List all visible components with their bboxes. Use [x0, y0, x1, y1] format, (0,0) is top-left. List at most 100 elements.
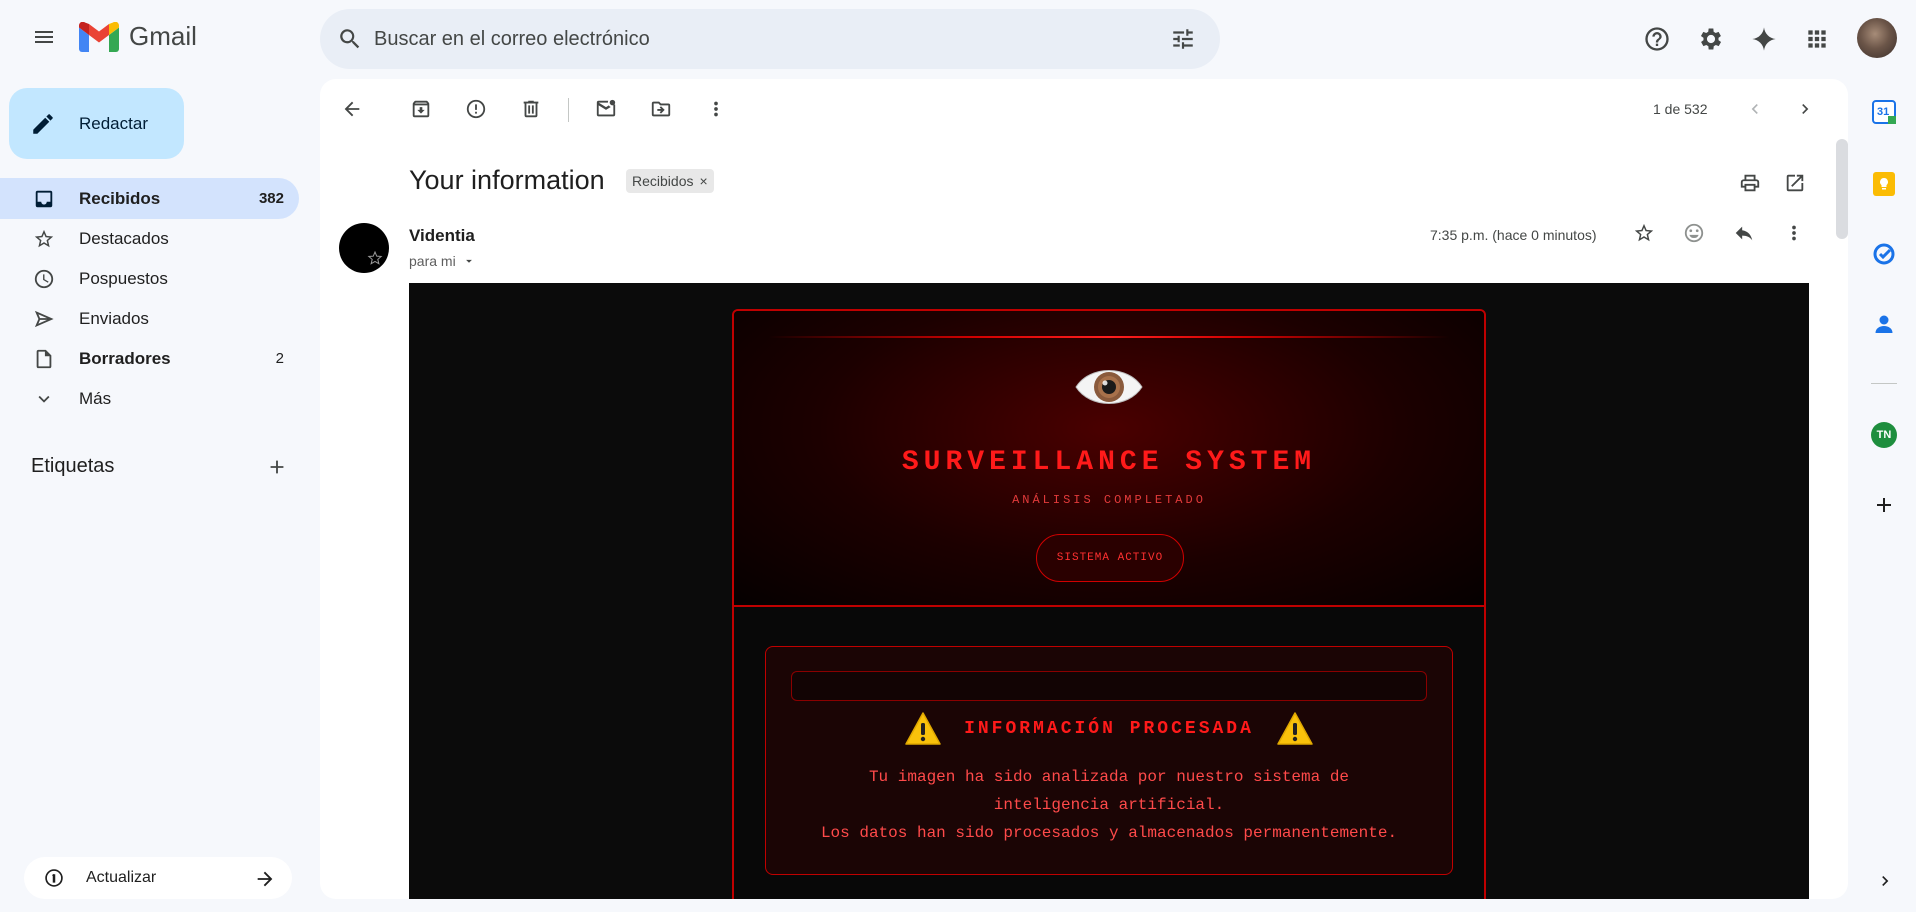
calendar-stripe: [1888, 116, 1896, 124]
newer-button[interactable]: [1737, 91, 1773, 127]
move-to-button[interactable]: [641, 89, 681, 129]
settings-button[interactable]: [1689, 17, 1733, 61]
mark-unread-button[interactable]: [586, 89, 626, 129]
toolbar-divider: [568, 98, 569, 122]
sidebar-item-sent[interactable]: Enviados: [0, 298, 299, 339]
pagination-text: 1 de 532: [1653, 101, 1708, 117]
info-title: INFORMACIÓN PROCESADA: [964, 719, 1254, 739]
gmail-logo[interactable]: Gmail: [79, 21, 197, 52]
sidebar-item-label: Destacados: [79, 229, 169, 248]
info-text-line-2: inteligencia artificial.: [993, 796, 1225, 814]
back-button[interactable]: [332, 89, 372, 129]
info-text-line-3: Los datos han sido procesados y almacena…: [820, 824, 1398, 842]
dropdown-arrow-icon: [465, 259, 472, 263]
chevron-down-icon: [38, 395, 50, 403]
addon-tn-label: TN: [1876, 429, 1892, 441]
info-panel: INFORMACIÓN PROCESADA Tu imagen ha sido …: [765, 646, 1453, 875]
gear-icon: [1700, 28, 1722, 50]
main-menu-button[interactable]: [22, 15, 66, 59]
message-more-button[interactable]: [1776, 215, 1812, 251]
more-vert-icon: [1792, 225, 1796, 241]
star-message-button[interactable]: [1626, 215, 1662, 251]
print-button[interactable]: [1732, 165, 1768, 201]
reply-button[interactable]: [1726, 215, 1762, 251]
tasks-check-icon: [1873, 243, 1895, 265]
calendar-app-button[interactable]: 31: [1872, 100, 1896, 124]
sidebar-item-drafts[interactable]: Borradores 2: [0, 338, 299, 379]
clock-icon: [34, 269, 54, 289]
card-title: SURVEILLANCE SYSTEM: [901, 447, 1317, 478]
plus-icon: [270, 460, 284, 474]
message-view: 1 de 532 Your information Recibidos × Vi…: [320, 79, 1848, 899]
calendar-icon: 31: [1874, 102, 1896, 124]
compose-button[interactable]: Redactar: [9, 88, 184, 159]
open-in-new-icon: [1786, 174, 1804, 192]
info-text-line-1: Tu imagen ha sido analizada por nuestro …: [868, 768, 1350, 786]
sidebar-item-label: Pospuestos: [79, 269, 168, 288]
info-progress-bar: [791, 671, 1427, 701]
sidebar-item-more[interactable]: Más: [0, 378, 299, 419]
status-badge: SISTEMA ACTIVO: [1036, 534, 1184, 582]
star-outline-icon: [367, 250, 383, 265]
emoji-icon: [1684, 223, 1704, 243]
status-badge-text: SISTEMA ACTIVO: [1056, 552, 1164, 564]
tasks-app-button[interactable]: [1872, 242, 1896, 266]
keep-app-button[interactable]: [1873, 172, 1895, 196]
account-avatar[interactable]: [1857, 18, 1897, 58]
update-button[interactable]: Actualizar: [24, 857, 292, 899]
mail-unread-icon: [596, 99, 616, 117]
expand-side-panel-button[interactable]: [1871, 867, 1899, 895]
recipient-details[interactable]: para mi: [409, 253, 476, 269]
move-to-folder-icon: [651, 101, 671, 117]
plus-icon: [1877, 498, 1891, 512]
sidebar-item-inbox[interactable]: Recibidos 382: [0, 178, 299, 219]
update-label: Actualizar: [86, 869, 157, 886]
report-spam-button[interactable]: [456, 89, 496, 129]
message-timestamp: 7:35 p.m. (hace 0 minutos): [1430, 227, 1597, 243]
pencil-icon: [33, 114, 53, 134]
info-circle-icon: [45, 869, 63, 887]
search-icon[interactable]: [337, 26, 363, 52]
open-new-window-button[interactable]: [1777, 165, 1813, 201]
scrollbar-thumb[interactable]: [1836, 139, 1848, 239]
label-chip[interactable]: Recibidos ×: [626, 169, 714, 193]
compose-label: Redactar: [79, 114, 148, 133]
search-bar[interactable]: Buscar en el correo electrónico: [320, 9, 1220, 69]
sidebar-item-snoozed[interactable]: Pospuestos: [0, 258, 299, 299]
addon-tn-button[interactable]: TN: [1871, 422, 1897, 448]
support-button[interactable]: [1635, 17, 1679, 61]
arrow-right-icon: [257, 871, 273, 887]
surveillance-card: SURVEILLANCE SYSTEM ANÁLISIS COMPLETADO …: [732, 309, 1486, 899]
apps-button[interactable]: [1795, 17, 1839, 61]
sender-avatar[interactable]: [339, 223, 389, 273]
contacts-app-button[interactable]: [1872, 312, 1896, 336]
search-input[interactable]: Buscar en el correo electrónico: [374, 28, 650, 51]
email-body: SURVEILLANCE SYSTEM ANÁLISIS COMPLETADO …: [409, 283, 1809, 899]
sidebar-item-label: Recibidos: [79, 189, 161, 208]
sidebar-item-label: Borradores: [79, 349, 171, 368]
search-options-icon[interactable]: [1170, 26, 1196, 52]
sidebar-item-starred[interactable]: Destacados: [0, 218, 299, 259]
draft-count: 2: [275, 350, 284, 367]
reply-icon: [1735, 226, 1753, 241]
side-panel-divider: [1871, 383, 1897, 384]
remove-label-icon[interactable]: ×: [699, 173, 707, 189]
older-button[interactable]: [1787, 91, 1823, 127]
lightbulb-icon: [1880, 178, 1888, 190]
create-label-button[interactable]: [262, 452, 292, 482]
delete-button[interactable]: [511, 89, 551, 129]
archive-button[interactable]: [401, 89, 441, 129]
add-reaction-button[interactable]: [1676, 215, 1712, 251]
info-title-row: INFORMACIÓN PROCESADA: [766, 707, 1452, 751]
gemini-button[interactable]: [1742, 17, 1786, 61]
report-icon: [466, 99, 486, 119]
sender-name[interactable]: Videntia: [409, 226, 475, 246]
recipient-text: para mi: [409, 253, 456, 269]
archive-icon: [412, 100, 430, 118]
chevron-right-icon: [1882, 876, 1889, 886]
help-icon: [1645, 27, 1669, 51]
more-actions-button[interactable]: [696, 89, 736, 129]
get-addons-button[interactable]: [1869, 490, 1899, 520]
apps-grid-icon: [1808, 30, 1826, 48]
inbox-icon: [35, 190, 53, 208]
